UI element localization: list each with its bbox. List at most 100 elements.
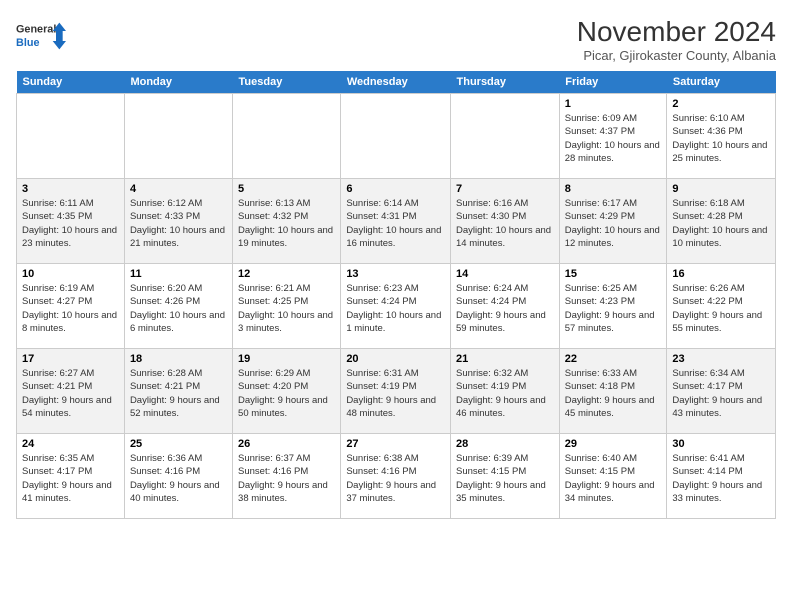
calendar-cell: 13 Sunrise: 6:23 AM Sunset: 4:24 PM Dayli… [341,264,451,349]
day-info: Sunrise: 6:13 AM Sunset: 4:32 PM Dayligh… [238,197,335,250]
day-number: 15 [565,268,662,280]
day-info: Sunrise: 6:11 AM Sunset: 4:35 PM Dayligh… [22,197,119,250]
subtitle: Picar, Gjirokaster County, Albania [577,48,776,63]
day-info: Sunrise: 6:39 AM Sunset: 4:15 PM Dayligh… [456,452,554,505]
day-number: 24 [22,438,119,450]
day-info: Sunrise: 6:35 AM Sunset: 4:17 PM Dayligh… [22,452,119,505]
calendar-cell: 28Sunrise: 6:39 AM Sunset: 4:15 PM Dayli… [451,434,560,519]
calendar-cell: 7 Sunrise: 6:16 AM Sunset: 4:30 PM Daylig… [451,179,560,264]
day-number: 14 [456,268,554,280]
calendar-cell: 4Sunrise: 6:12 AM Sunset: 4:33 PM Daylig… [124,179,232,264]
day-info: Sunrise: 6:10 AM Sunset: 4:36 PM Dayligh… [672,112,770,165]
calendar-cell [451,94,560,179]
day-number: 7 [456,183,554,195]
calendar-cell [341,94,451,179]
calendar-cell [124,94,232,179]
day-info: Sunrise: 6:19 AM Sunset: 4:27 PM Dayligh… [22,282,119,335]
day-info: Sunrise: 6:36 AM Sunset: 4:16 PM Dayligh… [130,452,227,505]
calendar-cell: 15 Sunrise: 6:25 AM Sunset: 4:23 PM Dayli… [559,264,667,349]
calendar-cell: 6 Sunrise: 6:14 AM Sunset: 4:31 PM Daylig… [341,179,451,264]
calendar-cell [17,94,125,179]
calendar-cell: 23 Sunrise: 6:34 AM Sunset: 4:17 PM Dayli… [667,349,776,434]
day-number: 17 [22,353,119,365]
calendar-cell: 19 Sunrise: 6:29 AM Sunset: 4:20 PM Dayli… [233,349,341,434]
day-info: Sunrise: 6:14 AM Sunset: 4:31 PM Dayligh… [346,197,445,250]
calendar-week-row: 17 Sunrise: 6:27 AM Sunset: 4:21 PM Dayli… [17,349,776,434]
day-number: 11 [130,268,227,280]
day-number: 13 [346,268,445,280]
calendar-table: SundayMondayTuesdayWednesdayThursdayFrid… [16,71,776,519]
svg-text:Blue: Blue [16,37,39,49]
day-info: Sunrise: 6:24 AM Sunset: 4:24 PM Dayligh… [456,282,554,335]
day-number: 3 [22,183,119,195]
day-info: Sunrise: 6:31 AM Sunset: 4:19 PM Dayligh… [346,367,445,420]
day-info: Sunrise: 6:16 AM Sunset: 4:30 PM Dayligh… [456,197,554,250]
calendar-cell: 1 Sunrise: 6:09 AM Sunset: 4:37 PM Daylig… [559,94,667,179]
day-info: Sunrise: 6:09 AM Sunset: 4:37 PM Dayligh… [565,112,662,165]
calendar-cell: 3 Sunrise: 6:11 AM Sunset: 4:35 PM Daylig… [17,179,125,264]
calendar-cell: 26Sunrise: 6:37 AM Sunset: 4:16 PM Dayli… [233,434,341,519]
day-info: Sunrise: 6:17 AM Sunset: 4:29 PM Dayligh… [565,197,662,250]
calendar-cell: 20 Sunrise: 6:31 AM Sunset: 4:19 PM Dayli… [341,349,451,434]
day-info: Sunrise: 6:23 AM Sunset: 4:24 PM Dayligh… [346,282,445,335]
calendar-week-row: 10 Sunrise: 6:19 AM Sunset: 4:27 PM Dayli… [17,264,776,349]
weekday-header: Friday [559,71,667,94]
calendar-body: 1 Sunrise: 6:09 AM Sunset: 4:37 PM Daylig… [17,94,776,519]
title-area: November 2024 Picar, Gjirokaster County,… [577,16,776,63]
day-number: 2 [672,98,770,110]
header: General Blue November 2024 Picar, Gjirok… [16,16,776,63]
svg-text:General: General [16,24,56,36]
calendar-cell: 14 Sunrise: 6:24 AM Sunset: 4:24 PM Dayli… [451,264,560,349]
logo-svg: General Blue [16,16,66,56]
weekday-header: Monday [124,71,232,94]
day-number: 5 [238,183,335,195]
day-info: Sunrise: 6:41 AM Sunset: 4:14 PM Dayligh… [672,452,770,505]
weekday-header: Wednesday [341,71,451,94]
day-number: 10 [22,268,119,280]
calendar-cell: 2 Sunrise: 6:10 AM Sunset: 4:36 PM Daylig… [667,94,776,179]
day-info: Sunrise: 6:38 AM Sunset: 4:16 PM Dayligh… [346,452,445,505]
calendar-cell: 27 Sunrise: 6:38 AM Sunset: 4:16 PM Dayli… [341,434,451,519]
weekday-header: Thursday [451,71,560,94]
day-info: Sunrise: 6:21 AM Sunset: 4:25 PM Dayligh… [238,282,335,335]
day-number: 16 [672,268,770,280]
day-info: Sunrise: 6:26 AM Sunset: 4:22 PM Dayligh… [672,282,770,335]
calendar-week-row: 24 Sunrise: 6:35 AM Sunset: 4:17 PM Dayli… [17,434,776,519]
day-info: Sunrise: 6:29 AM Sunset: 4:20 PM Dayligh… [238,367,335,420]
calendar-cell: 24 Sunrise: 6:35 AM Sunset: 4:17 PM Dayli… [17,434,125,519]
day-number: 1 [565,98,662,110]
logo: General Blue [16,16,66,56]
calendar-cell: 18 Sunrise: 6:28 AM Sunset: 4:21 PM Dayli… [124,349,232,434]
day-info: Sunrise: 6:32 AM Sunset: 4:19 PM Dayligh… [456,367,554,420]
day-number: 9 [672,183,770,195]
day-number: 22 [565,353,662,365]
day-number: 20 [346,353,445,365]
calendar-cell: 11 Sunrise: 6:20 AM Sunset: 4:26 PM Dayli… [124,264,232,349]
day-number: 29 [565,438,662,450]
day-number: 27 [346,438,445,450]
day-info: Sunrise: 6:20 AM Sunset: 4:26 PM Dayligh… [130,282,227,335]
calendar-cell: 12Sunrise: 6:21 AM Sunset: 4:25 PM Dayli… [233,264,341,349]
weekday-header: Saturday [667,71,776,94]
weekday-header: Sunday [17,71,125,94]
calendar-cell: 21 Sunrise: 6:32 AM Sunset: 4:19 PM Dayli… [451,349,560,434]
day-number: 6 [346,183,445,195]
day-number: 19 [238,353,335,365]
day-info: Sunrise: 6:37 AM Sunset: 4:16 PM Dayligh… [238,452,335,505]
day-info: Sunrise: 6:33 AM Sunset: 4:18 PM Dayligh… [565,367,662,420]
day-info: Sunrise: 6:25 AM Sunset: 4:23 PM Dayligh… [565,282,662,335]
day-number: 30 [672,438,770,450]
weekday-header: Tuesday [233,71,341,94]
calendar-week-row: 1 Sunrise: 6:09 AM Sunset: 4:37 PM Daylig… [17,94,776,179]
day-info: Sunrise: 6:27 AM Sunset: 4:21 PM Dayligh… [22,367,119,420]
day-number: 18 [130,353,227,365]
calendar-cell: 17 Sunrise: 6:27 AM Sunset: 4:21 PM Dayli… [17,349,125,434]
calendar-cell: 10 Sunrise: 6:19 AM Sunset: 4:27 PM Dayli… [17,264,125,349]
day-info: Sunrise: 6:34 AM Sunset: 4:17 PM Dayligh… [672,367,770,420]
day-info: Sunrise: 6:28 AM Sunset: 4:21 PM Dayligh… [130,367,227,420]
day-info: Sunrise: 6:12 AM Sunset: 4:33 PM Dayligh… [130,197,227,250]
day-number: 23 [672,353,770,365]
day-number: 21 [456,353,554,365]
calendar-cell [233,94,341,179]
calendar-cell: 30 Sunrise: 6:41 AM Sunset: 4:14 PM Dayli… [667,434,776,519]
